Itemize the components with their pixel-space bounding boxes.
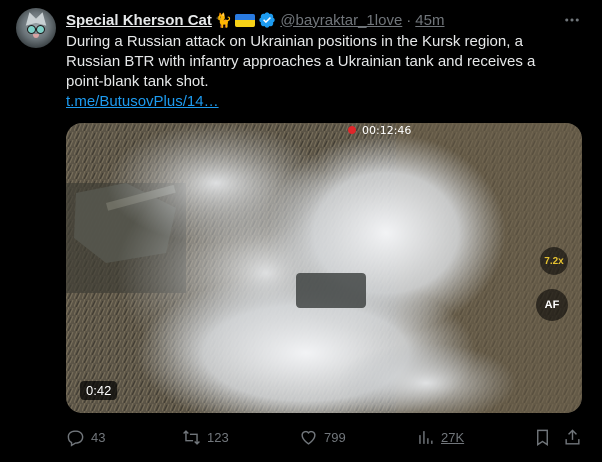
author-name[interactable]: Special Kherson Cat: [66, 12, 212, 29]
verified-badge-icon[interactable]: [258, 11, 276, 29]
recording-indicator: 00:12:46: [348, 123, 411, 137]
avatar-eye: [36, 25, 45, 34]
reply-icon: [67, 429, 84, 447]
separator-dot: ·: [406, 11, 412, 29]
repost-icon: [183, 429, 200, 445]
share-button[interactable]: [563, 424, 582, 450]
tweet[interactable]: Special Kherson Cat 🐈 @bayraktar_1love ·…: [0, 0, 602, 462]
reply-button[interactable]: 43: [66, 424, 105, 450]
bookmark-icon: [537, 429, 548, 446]
zoom-level: 7.2x: [540, 247, 568, 275]
repost-count: 123: [207, 429, 229, 445]
tweet-text-block: During a Russian attack on Ukrainian pos…: [66, 32, 576, 112]
action-bar: 43 123 799 27K: [66, 424, 586, 450]
author-handle[interactable]: @bayraktar_1love: [280, 12, 402, 29]
reply-count: 43: [91, 429, 106, 445]
like-button[interactable]: 799: [299, 424, 346, 450]
tweet-time[interactable]: 45m: [415, 12, 444, 29]
bookmark-button[interactable]: [533, 424, 552, 450]
like-icon: [301, 430, 316, 445]
like-count: 799: [324, 429, 346, 445]
tweet-link[interactable]: t.me/ButusovPlus/14…: [66, 92, 576, 112]
tweet-header: Special Kherson Cat 🐈 @bayraktar_1love ·…: [66, 10, 444, 30]
views-button[interactable]: 27K: [416, 424, 464, 450]
avatar-eye: [27, 25, 36, 34]
view-count: 27K: [441, 429, 465, 445]
tweet-text: During a Russian attack on Ukrainian pos…: [66, 33, 536, 90]
recording-dot: [348, 126, 356, 134]
more-icon[interactable]: [560, 8, 584, 32]
views-icon: [419, 430, 433, 444]
cat-emoji: 🐈: [214, 11, 233, 28]
avatar-nose: [33, 34, 39, 38]
ukraine-flag-icon: [235, 13, 256, 27]
video-player[interactable]: 00:12:46 7.2x AF 0:42: [66, 123, 582, 413]
avatar[interactable]: [16, 8, 56, 48]
share-icon: [565, 428, 580, 445]
avatar-ear: [32, 10, 50, 26]
video-frame: [66, 123, 582, 413]
af-indicator: AF: [536, 289, 568, 321]
repost-button[interactable]: 123: [182, 424, 229, 450]
video-duration: 0:42: [80, 381, 118, 400]
video-timestamp: 00:12:46: [362, 123, 412, 137]
